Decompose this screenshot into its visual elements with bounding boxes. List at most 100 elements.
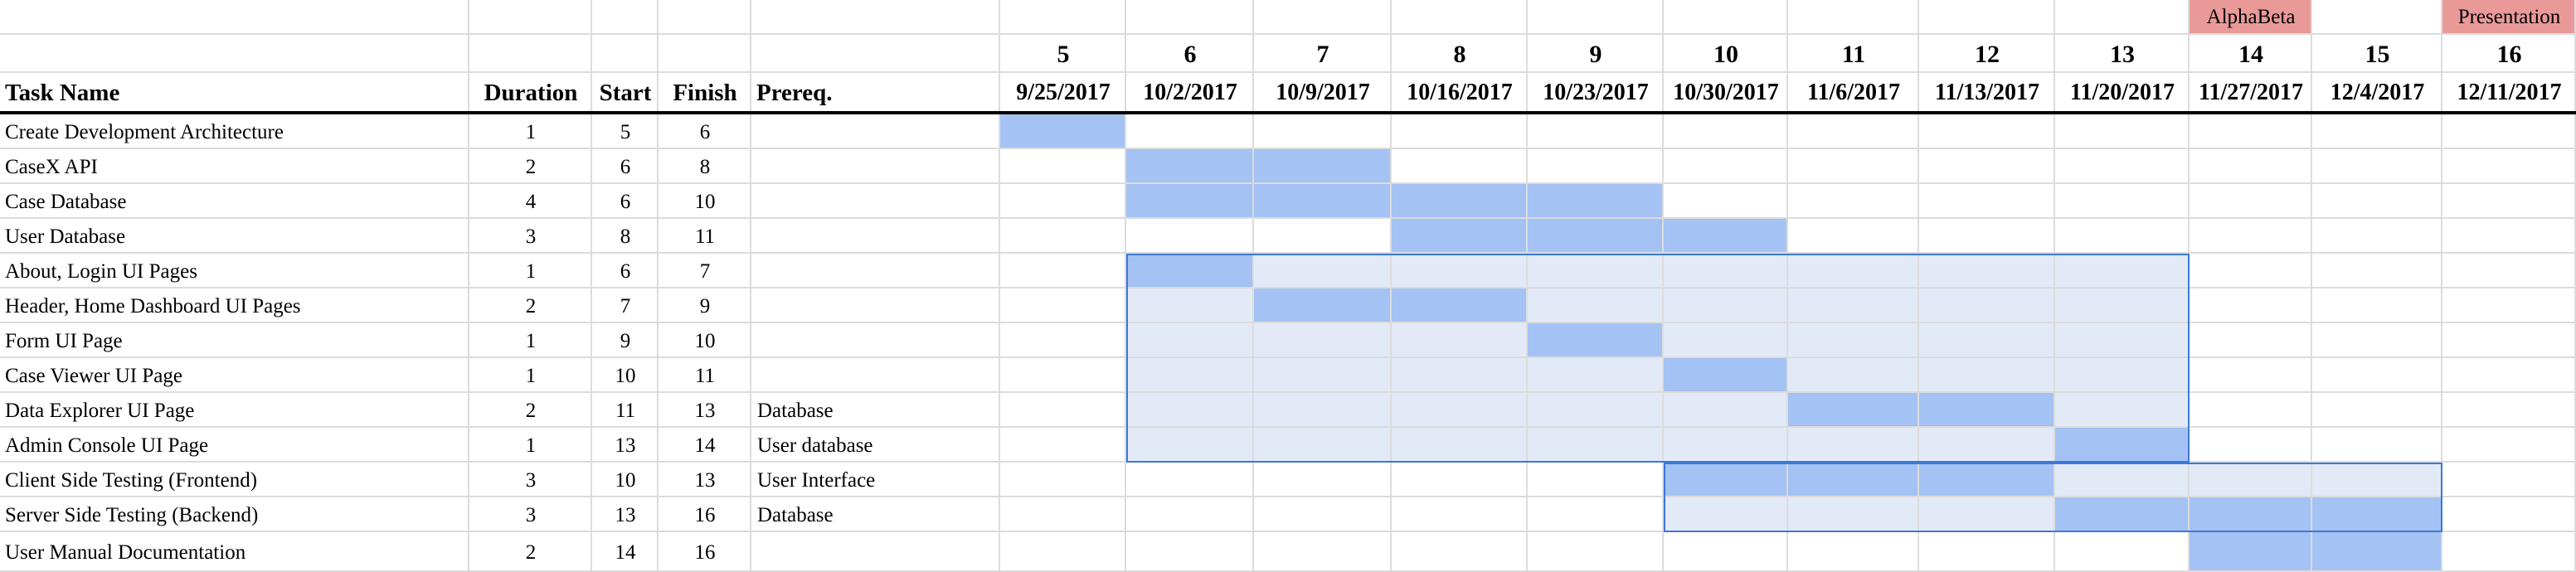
grid-cell[interactable]: [2055, 532, 2190, 572]
grid-cell[interactable]: [1664, 114, 1788, 149]
grid-cell[interactable]: [2312, 114, 2442, 149]
grid-cell[interactable]: [1788, 288, 1919, 323]
grid-cell[interactable]: [2442, 463, 2576, 497]
grid-cell[interactable]: [1664, 149, 1788, 184]
grid-cell[interactable]: [2055, 219, 2190, 254]
grid-cell[interactable]: [1126, 497, 1254, 532]
grid-cell[interactable]: [2190, 219, 2312, 254]
grid-cell[interactable]: [2312, 497, 2442, 532]
grid-cell[interactable]: [1788, 497, 1919, 532]
grid-cell[interactable]: [1000, 463, 1126, 497]
grid-cell[interactable]: [2055, 184, 2190, 219]
grid-cell[interactable]: [1528, 358, 1664, 393]
grid-cell[interactable]: [1664, 323, 1788, 358]
grid-cell[interactable]: [1919, 254, 2055, 288]
grid-cell[interactable]: [469, 35, 592, 73]
grid-cell[interactable]: [1528, 393, 1664, 428]
grid-cell[interactable]: [1126, 184, 1254, 219]
grid-cell[interactable]: [1664, 288, 1788, 323]
grid-cell[interactable]: [1919, 393, 2055, 428]
grid-cell[interactable]: [1788, 358, 1919, 393]
grid-cell[interactable]: [2312, 254, 2442, 288]
grid-cell[interactable]: [2190, 497, 2312, 532]
grid-cell[interactable]: [1664, 428, 1788, 463]
grid-cell[interactable]: [2442, 497, 2576, 532]
grid-cell[interactable]: [1919, 184, 2055, 219]
grid-cell[interactable]: [1528, 149, 1664, 184]
grid-cell[interactable]: [1000, 428, 1126, 463]
grid-cell[interactable]: [2190, 393, 2312, 428]
grid-cell[interactable]: [1254, 428, 1392, 463]
grid-cell[interactable]: [1919, 497, 2055, 532]
grid-cell[interactable]: [1000, 497, 1126, 532]
grid-cell[interactable]: [1000, 288, 1126, 323]
grid-cell[interactable]: [2055, 393, 2190, 428]
grid-cell[interactable]: [2190, 428, 2312, 463]
grid-cell[interactable]: [1664, 497, 1788, 532]
grid-cell[interactable]: [1392, 323, 1528, 358]
grid-cell[interactable]: [2190, 254, 2312, 288]
grid-cell[interactable]: [1254, 497, 1392, 532]
grid-cell[interactable]: [1000, 532, 1126, 572]
grid-cell[interactable]: [2190, 0, 2312, 35]
grid-cell[interactable]: [1664, 219, 1788, 254]
grid-cell[interactable]: [1528, 428, 1664, 463]
grid-cell[interactable]: [1392, 114, 1528, 149]
grid-cell[interactable]: [751, 35, 1000, 73]
grid-cell[interactable]: [2442, 428, 2576, 463]
grid-cell[interactable]: [2312, 532, 2442, 572]
grid-cell[interactable]: [1528, 288, 1664, 323]
grid-cell[interactable]: [1254, 254, 1392, 288]
grid-cell[interactable]: [2312, 358, 2442, 393]
grid-cell[interactable]: [1000, 114, 1126, 149]
grid-cell[interactable]: [1392, 184, 1528, 219]
grid-cell[interactable]: [1528, 463, 1664, 497]
grid-cell[interactable]: [1392, 428, 1528, 463]
grid-cell[interactable]: [2190, 323, 2312, 358]
grid-cell[interactable]: [1126, 0, 1254, 35]
grid-cell[interactable]: [1126, 393, 1254, 428]
grid-cell[interactable]: [1528, 323, 1664, 358]
grid-cell[interactable]: [1126, 532, 1254, 572]
grid-cell[interactable]: [2312, 288, 2442, 323]
grid-cell[interactable]: [2055, 463, 2190, 497]
grid-cell[interactable]: [2190, 463, 2312, 497]
grid-cell[interactable]: [2055, 288, 2190, 323]
grid-cell[interactable]: [0, 35, 469, 73]
grid-cell[interactable]: [2442, 532, 2576, 572]
grid-cell[interactable]: [2442, 184, 2576, 219]
grid-cell[interactable]: [0, 0, 469, 35]
grid-cell[interactable]: [2312, 219, 2442, 254]
grid-cell[interactable]: [2442, 114, 2576, 149]
grid-cell[interactable]: [1788, 428, 1919, 463]
grid-cell[interactable]: [1392, 219, 1528, 254]
grid-cell[interactable]: [1919, 219, 2055, 254]
grid-cell[interactable]: [1126, 358, 1254, 393]
grid-cell[interactable]: [2190, 149, 2312, 184]
grid-cell[interactable]: [1528, 184, 1664, 219]
grid-cell[interactable]: [1664, 532, 1788, 572]
grid-cell[interactable]: [659, 0, 751, 35]
grid-cell[interactable]: [1528, 114, 1664, 149]
grid-cell[interactable]: [1919, 358, 2055, 393]
grid-cell[interactable]: [1392, 497, 1528, 532]
grid-cell[interactable]: [2312, 149, 2442, 184]
grid-cell[interactable]: [1000, 358, 1126, 393]
grid-cell[interactable]: [1528, 532, 1664, 572]
grid-cell[interactable]: [1392, 288, 1528, 323]
grid-cell[interactable]: [1126, 254, 1254, 288]
grid-cell[interactable]: [1788, 323, 1919, 358]
grid-cell[interactable]: [2312, 184, 2442, 219]
grid-cell[interactable]: [2442, 358, 2576, 393]
grid-cell[interactable]: [1788, 393, 1919, 428]
grid-cell[interactable]: [1254, 323, 1392, 358]
grid-cell[interactable]: [2190, 358, 2312, 393]
grid-cell[interactable]: [592, 0, 659, 35]
grid-cell[interactable]: [1392, 393, 1528, 428]
grid-cell[interactable]: [751, 0, 1000, 35]
grid-cell[interactable]: [2442, 149, 2576, 184]
grid-cell[interactable]: [1126, 323, 1254, 358]
grid-cell[interactable]: [1919, 149, 2055, 184]
grid-cell[interactable]: [1788, 114, 1919, 149]
grid-cell[interactable]: [1664, 463, 1788, 497]
